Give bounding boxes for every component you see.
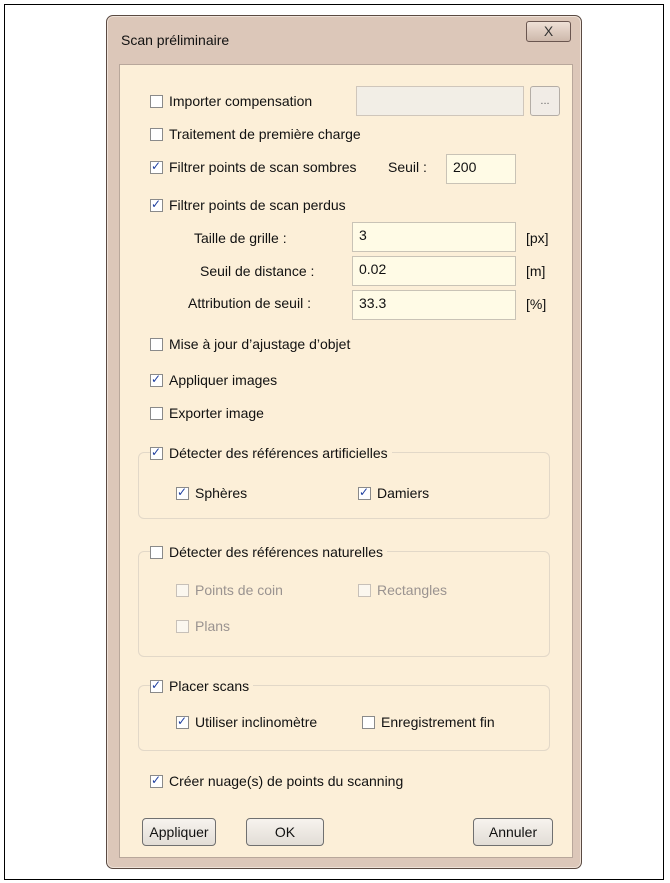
traitement-label: Traitement de première charge [169, 126, 361, 142]
enregistrement-fin-label: Enregistrement fin [381, 714, 495, 730]
refs-naturelles-option[interactable]: Détecter des références naturelles [150, 542, 387, 562]
dialog-title: Scan préliminaire [121, 32, 230, 48]
dialog-content: Importer compensation ... Traitement de … [119, 64, 573, 858]
points-coin-checkbox[interactable] [176, 583, 189, 597]
refs-naturelles-group [138, 551, 550, 657]
attribution-seuil-unit: [%] [526, 296, 547, 312]
enregistrement-fin-checkbox[interactable] [362, 715, 375, 729]
filtrer-sombres-option[interactable]: Filtrer points de scan sombres [150, 157, 357, 177]
inclinometre-label: Utiliser inclinomètre [195, 714, 318, 730]
rectangles-checkbox[interactable] [358, 583, 371, 597]
seuil-distance-input[interactable]: 0.02 [352, 256, 516, 286]
rectangles-option[interactable]: Rectangles [358, 580, 447, 600]
appliquer-images-checkbox[interactable] [150, 372, 163, 387]
importer-compensation-label: Importer compensation [169, 93, 313, 109]
traitement-premiere-charge-option[interactable]: Traitement de première charge [150, 124, 361, 144]
refs-artificielles-label: Détecter des références artificielles [169, 445, 388, 461]
refs-artificielles-option[interactable]: Détecter des références artificielles [150, 443, 392, 463]
plans-checkbox[interactable] [176, 619, 189, 633]
close-button[interactable]: X [526, 21, 571, 42]
damiers-option[interactable]: Damiers [358, 483, 429, 503]
plans-label: Plans [195, 618, 231, 634]
filtrer-sombres-checkbox[interactable] [150, 159, 163, 174]
ok-button[interactable]: OK [246, 818, 324, 846]
importer-compensation-checkbox[interactable] [150, 94, 163, 108]
creer-nuage-checkbox[interactable] [150, 773, 163, 788]
seuil-distance-unit: [m] [526, 263, 546, 279]
filtrer-perdus-option[interactable]: Filtrer points de scan perdus [150, 195, 346, 215]
attribution-seuil-label: Attribution de seuil : [188, 295, 311, 311]
filtrer-sombres-label: Filtrer points de scan sombres [169, 159, 357, 175]
seuil-distance-label: Seuil de distance : [200, 263, 315, 279]
filtrer-perdus-label: Filtrer points de scan perdus [169, 197, 346, 213]
spheres-checkbox[interactable] [176, 485, 189, 500]
spheres-label: Sphères [195, 485, 248, 501]
filtrer-perdus-checkbox[interactable] [150, 197, 163, 212]
mise-a-jour-label: Mise à jour d’ajustage d’objet [169, 336, 351, 352]
placer-scans-option[interactable]: Placer scans [150, 676, 254, 696]
browse-button[interactable]: ... [530, 86, 560, 116]
appliquer-images-label: Appliquer images [169, 372, 278, 388]
plans-option[interactable]: Plans [176, 616, 230, 636]
enregistrement-fin-option[interactable]: Enregistrement fin [362, 712, 495, 732]
taille-grille-input[interactable]: 3 [352, 222, 516, 252]
exporter-image-checkbox[interactable] [150, 406, 163, 420]
attribution-seuil-input[interactable]: 33.3 [352, 290, 516, 320]
points-coin-option[interactable]: Points de coin [176, 580, 283, 600]
creer-nuage-option[interactable]: Créer nuage(s) de points du scanning [150, 771, 403, 791]
refs-naturelles-label: Détecter des références naturelles [169, 544, 383, 560]
spheres-option[interactable]: Sphères [176, 483, 247, 503]
damiers-checkbox[interactable] [358, 485, 371, 500]
exporter-image-option[interactable]: Exporter image [150, 403, 264, 423]
inclinometre-checkbox[interactable] [176, 714, 189, 729]
placer-scans-label: Placer scans [169, 678, 250, 694]
taille-grille-unit: [px] [526, 230, 549, 246]
taille-grille-label: Taille de grille : [194, 230, 287, 246]
exporter-image-label: Exporter image [169, 405, 264, 421]
seuil-input[interactable]: 200 [446, 154, 516, 184]
creer-nuage-label: Créer nuage(s) de points du scanning [169, 773, 404, 789]
appliquer-images-option[interactable]: Appliquer images [150, 370, 277, 390]
dialog-window: Scan préliminaire X Importer compensatio… [106, 15, 582, 869]
importer-compensation-option[interactable]: Importer compensation [150, 91, 312, 111]
compensation-file-field[interactable] [356, 86, 524, 116]
mise-a-jour-option[interactable]: Mise à jour d’ajustage d’objet [150, 334, 350, 354]
inclinometre-option[interactable]: Utiliser inclinomètre [176, 712, 317, 732]
damiers-label: Damiers [377, 485, 430, 501]
mise-a-jour-checkbox[interactable] [150, 337, 163, 351]
refs-naturelles-checkbox[interactable] [150, 545, 163, 559]
placer-scans-checkbox[interactable] [150, 678, 163, 693]
annuler-button[interactable]: Annuler [473, 818, 553, 846]
seuil-label: Seuil : [388, 159, 427, 175]
appliquer-button[interactable]: Appliquer [142, 818, 216, 846]
rectangles-label: Rectangles [377, 582, 448, 598]
refs-artificielles-checkbox[interactable] [150, 445, 163, 460]
traitement-checkbox[interactable] [150, 127, 163, 141]
points-coin-label: Points de coin [195, 582, 283, 598]
